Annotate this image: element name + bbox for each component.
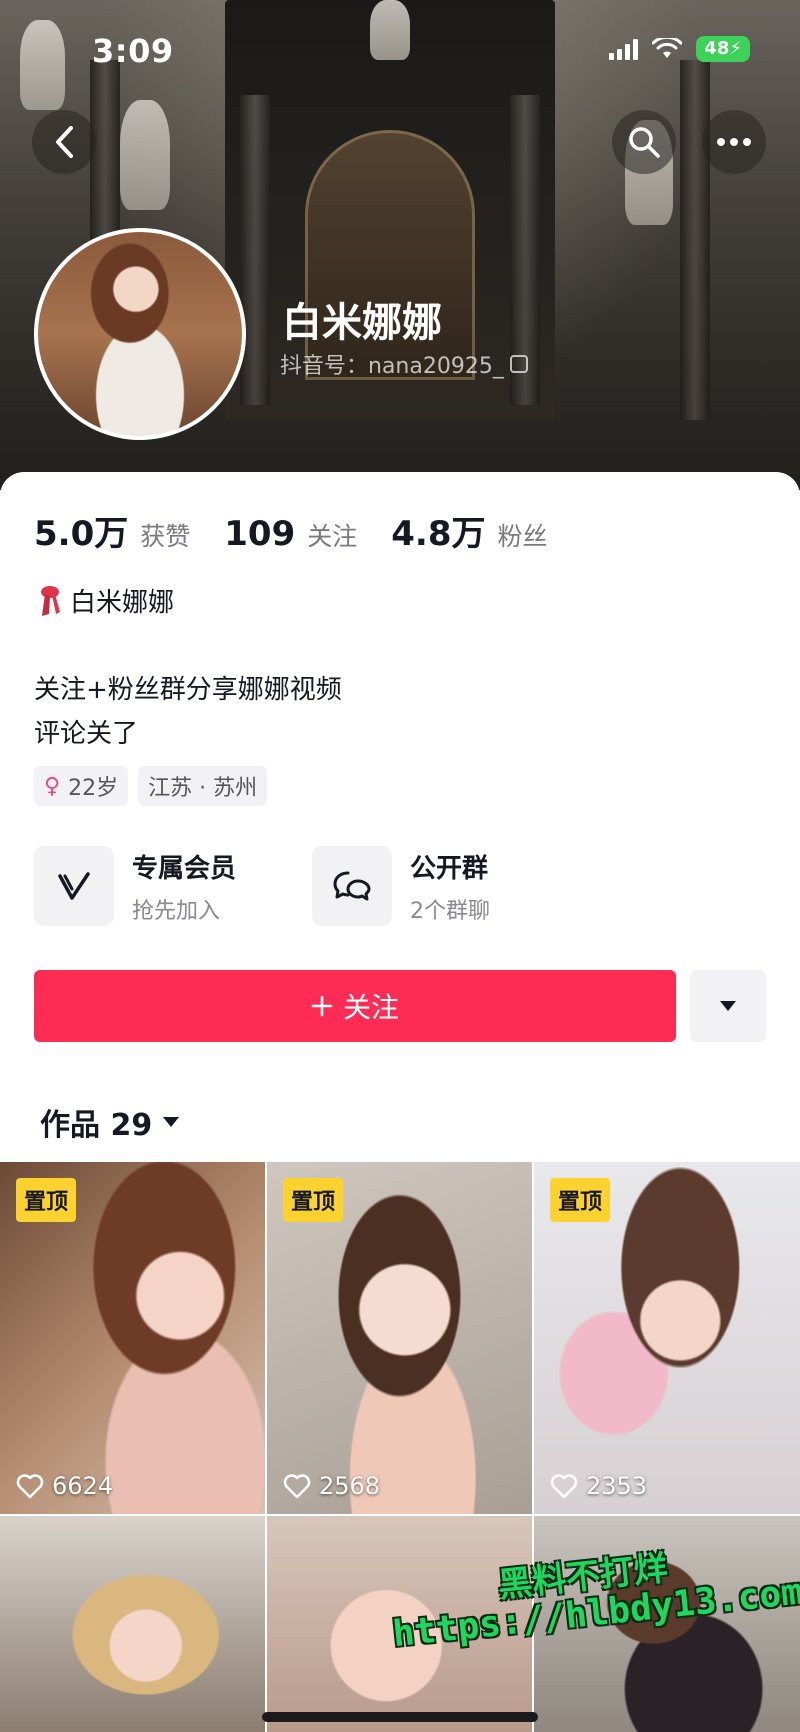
stat-label: 获赞 [140,522,191,551]
video-thumbnail[interactable] [0,1516,265,1732]
search-button[interactable] [612,110,676,174]
search-icon [629,127,660,158]
age-tag: ♀ 22岁 [34,766,129,806]
pinned-badge: 置顶 [550,1178,611,1222]
follow-label: 关注 [342,991,399,1024]
feature-icon-box [312,846,392,926]
plus-icon [311,995,333,1017]
avatar[interactable] [34,228,246,440]
bio-line: 关注+粉丝群分享娜娜视频 [34,675,342,705]
heart-icon [16,1474,44,1499]
tab-works-label: 作品 29 [40,1108,153,1143]
stat-followers[interactable]: 4.8万 粉丝 [391,506,547,555]
badge-text: 白米娜娜 [70,588,175,618]
back-button[interactable] [32,110,96,174]
stat-label: 粉丝 [497,522,548,551]
location-text: 江苏 · 苏州 [148,776,258,801]
more-dots-icon [717,138,751,146]
like-count: 6624 [16,1472,113,1500]
video-thumbnail[interactable]: 置顶 6624 [0,1162,265,1514]
fan-badge[interactable]: 白米娜娜 [38,582,174,619]
stat-value: 4.8万 [391,514,486,554]
location-tag: 江苏 · 苏州 [138,766,268,806]
like-count: 2353 [550,1472,647,1500]
stat-likes[interactable]: 5.0万 获赞 [34,506,190,555]
pinned-badge: 置顶 [283,1178,344,1222]
wifi-icon [652,38,683,58]
douyin-id-text: 抖音号：nana20925_ [280,354,504,379]
video-thumbnail[interactable]: 置顶 2568 [267,1162,532,1514]
recommend-dropdown-button[interactable] [690,970,766,1042]
stat-value: 109 [224,514,296,554]
feature-subtitle: 抢先加入 [132,898,221,924]
feature-title: 专属会员 [132,853,237,884]
feature-icon-box [34,846,114,926]
chevron-left-icon [56,126,73,158]
bio-line: 评论关了 [34,719,139,749]
charging-icon: ⚡ [729,38,742,59]
bio: 关注+粉丝群分享娜娜视频 评论关了 [34,668,342,756]
heart-icon [283,1474,311,1499]
vip-v-icon [58,872,90,900]
tab-works[interactable]: 作品 29 [40,1100,180,1144]
profile-tags: ♀ 22岁 江苏 · 苏州 [34,766,268,806]
caret-down-icon [720,1001,736,1011]
profile-stats: 5.0万 获赞 109 关注 4.8万 粉丝 [34,506,548,555]
follow-button[interactable]: 关注 [34,970,676,1042]
age-text: 22岁 [68,776,119,801]
feature-subtitle: 2个群聊 [410,898,490,924]
battery-indicator: 48⚡ [696,36,750,62]
like-count-value: 2568 [319,1472,381,1500]
battery-level: 48 [704,38,730,59]
public-group-entry[interactable]: 公开群 2个群聊 [312,846,490,926]
home-indicator[interactable] [262,1712,538,1722]
video-thumbnail[interactable]: 置顶 2353 [534,1162,800,1514]
signal-icon [609,38,639,60]
like-count: 2568 [283,1472,380,1500]
status-time: 3:09 [92,32,174,70]
status-icons: 48⚡ [609,36,750,62]
heart-icon [550,1474,578,1499]
caret-down-icon [163,1117,180,1127]
copy-icon[interactable] [509,355,528,373]
scarf-icon [41,585,60,616]
feature-title: 公开群 [410,853,489,884]
like-count-value: 2353 [586,1472,648,1500]
stat-following[interactable]: 109 关注 [224,514,357,554]
vip-membership-entry[interactable]: 专属会员 抢先加入 [34,846,236,926]
stat-value: 5.0万 [34,514,129,554]
douyin-id[interactable]: 抖音号：nana20925_ [280,348,528,380]
chat-bubbles-icon [333,871,371,901]
like-count-value: 6624 [52,1472,114,1500]
more-options-button[interactable] [702,110,766,174]
female-icon: ♀ [44,773,61,799]
stat-label: 关注 [307,522,358,551]
pinned-badge: 置顶 [16,1178,77,1222]
profile-name: 白米娜娜 [282,300,442,346]
